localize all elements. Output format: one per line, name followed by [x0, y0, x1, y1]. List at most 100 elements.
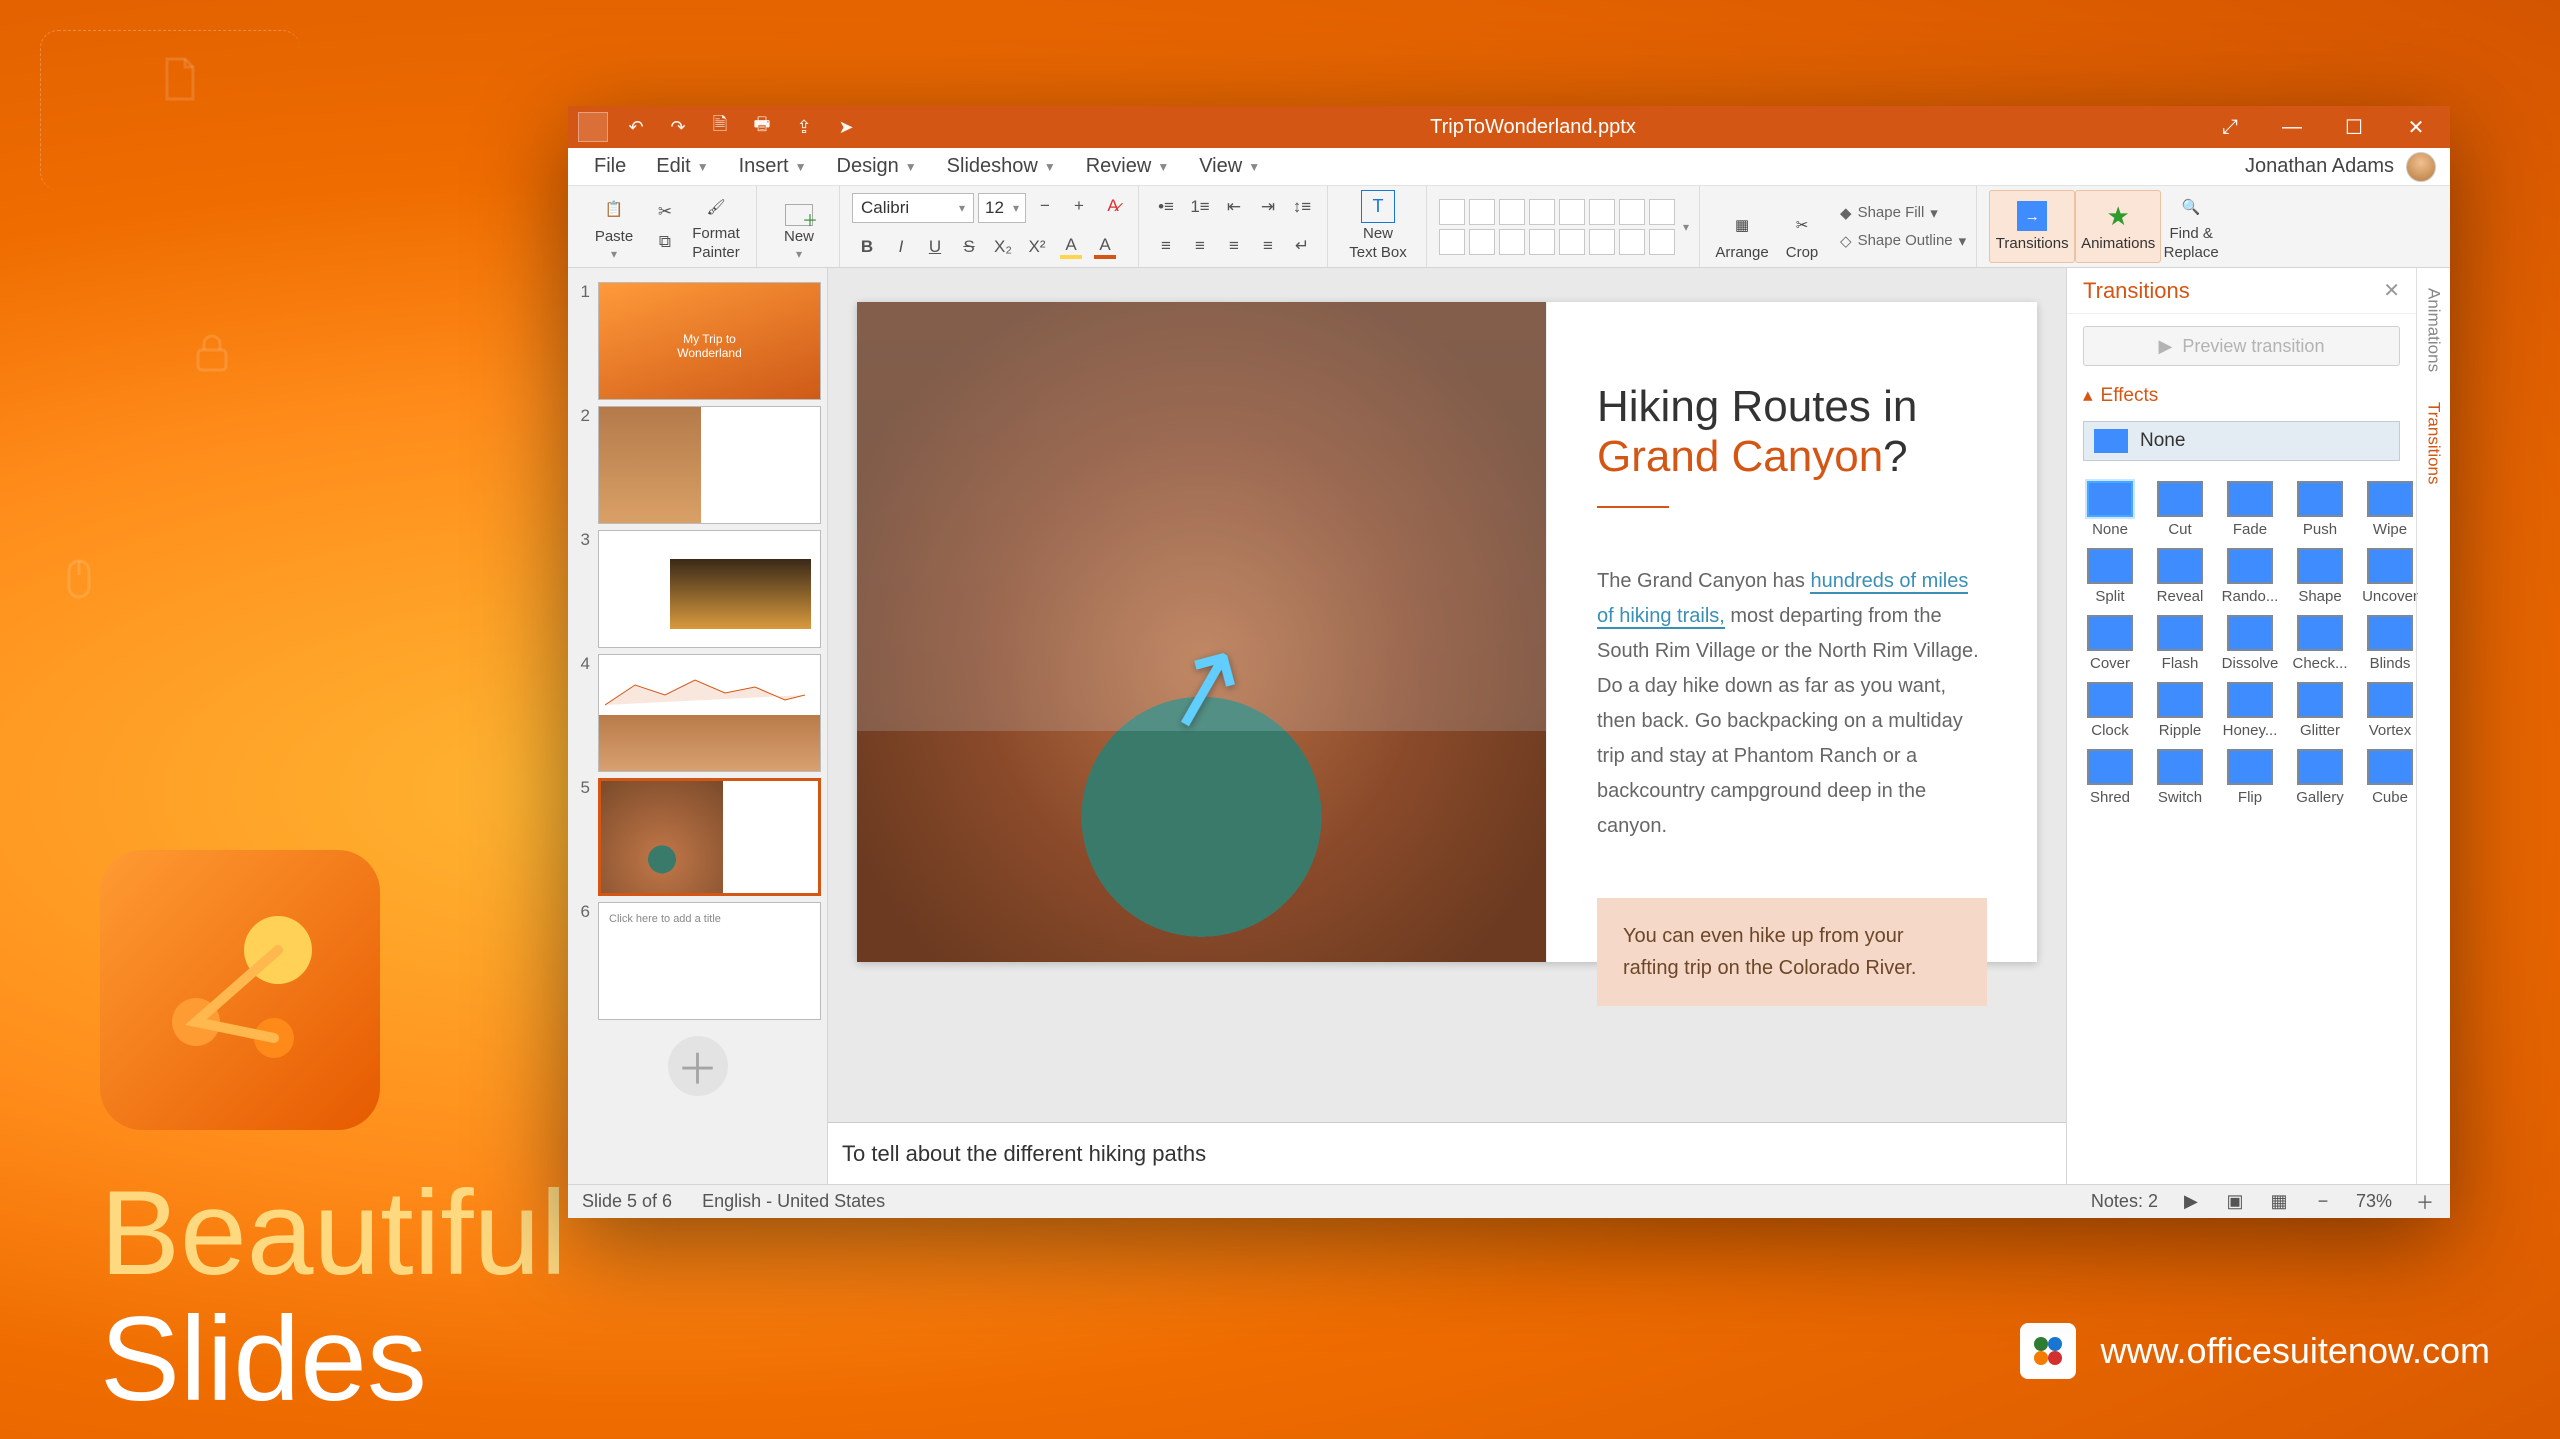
textbox-button[interactable]: TNewText Box — [1340, 190, 1416, 263]
transition-split[interactable]: Split — [2081, 548, 2139, 605]
undo-button[interactable]: ↶ — [622, 113, 650, 141]
user-box[interactable]: Jonathan Adams — [2245, 152, 2436, 182]
maximize-button[interactable]: ☐ — [2330, 115, 2378, 140]
format-painter-button[interactable]: 🖌FormatPainter — [686, 190, 746, 263]
font-color-button[interactable]: A — [1090, 234, 1120, 260]
fullscreen-button[interactable]: ⤢ — [2206, 116, 2254, 139]
align-center-button[interactable]: ≡ — [1185, 233, 1215, 259]
thumbnail-3[interactable] — [598, 530, 821, 648]
inc-indent-button[interactable]: ⇥ — [1253, 194, 1283, 220]
tab-transitions[interactable]: Transitions — [2424, 402, 2444, 485]
animations-tab-button[interactable]: ★Animations — [2075, 190, 2161, 263]
clear-format-button[interactable]: A̷ — [1098, 193, 1128, 219]
arrange-button[interactable]: ▦Arrange — [1712, 190, 1772, 263]
align-right-button[interactable]: ≡ — [1219, 233, 1249, 259]
transition-switch[interactable]: Switch — [2151, 749, 2209, 806]
transition-cover[interactable]: Cover — [2081, 615, 2139, 672]
thumbnail-5[interactable] — [598, 778, 821, 896]
subscript-button[interactable]: X₂ — [988, 234, 1018, 260]
transition-honey[interactable]: Honey... — [2221, 682, 2279, 739]
transition-ripple[interactable]: Ripple — [2151, 682, 2209, 739]
strike-button[interactable]: S — [954, 234, 984, 260]
thumbnail-2[interactable] — [598, 406, 821, 524]
transition-fade[interactable]: Fade — [2221, 481, 2279, 538]
transition-shred[interactable]: Shred — [2081, 749, 2139, 806]
thumbnail-6[interactable]: Click here to add a title — [598, 902, 821, 1020]
new-slide-button[interactable]: ＋New▾ — [769, 190, 829, 263]
transition-flash[interactable]: Flash — [2151, 615, 2209, 672]
slide-callout[interactable]: You can even hike up from your rafting t… — [1597, 898, 1987, 1006]
transition-blinds[interactable]: Blinds — [2361, 615, 2419, 672]
italic-button[interactable]: I — [886, 234, 916, 260]
superscript-button[interactable]: X² — [1022, 234, 1052, 260]
underline-button[interactable]: U — [920, 234, 950, 260]
shape-fill-button[interactable]: ◆ Shape Fill ▾ — [1840, 204, 1966, 222]
panel-close-button[interactable]: ✕ — [2383, 278, 2400, 303]
bullet-list-button[interactable]: •≡ — [1151, 194, 1181, 220]
crop-button[interactable]: ✂Crop — [1772, 190, 1832, 263]
font-size-select[interactable]: 12▾ — [978, 193, 1026, 223]
status-language[interactable]: English - United States — [702, 1191, 885, 1212]
effect-selected-dropdown[interactable]: None — [2083, 421, 2400, 461]
transition-shape[interactable]: Shape — [2291, 548, 2349, 605]
preview-transition-button[interactable]: ▶ Preview transition — [2083, 326, 2400, 366]
copy-button[interactable]: ⧉ — [650, 229, 680, 255]
menu-view[interactable]: View▼ — [1187, 151, 1272, 182]
dec-font-button[interactable]: − — [1030, 193, 1060, 219]
number-list-button[interactable]: 1≡ — [1185, 194, 1215, 220]
transition-dissolve[interactable]: Dissolve — [2221, 615, 2279, 672]
paste-button[interactable]: 📋Paste▾ — [584, 190, 644, 263]
transition-glitter[interactable]: Glitter — [2291, 682, 2349, 739]
slide-title[interactable]: Hiking Routes in Grand Canyon? — [1597, 382, 1987, 482]
menu-design[interactable]: Design▼ — [825, 151, 929, 182]
text-direction-button[interactable]: ↵ — [1287, 233, 1317, 259]
transition-rando[interactable]: Rando... — [2221, 548, 2279, 605]
line-spacing-button[interactable]: ↕≡ — [1287, 194, 1317, 220]
shapes-more-button[interactable]: ▾ — [1683, 220, 1689, 234]
tab-animations[interactable]: Animations — [2424, 288, 2444, 372]
close-button[interactable]: ✕ — [2392, 115, 2440, 140]
thumbnail-1[interactable]: My Trip to Wonderland — [598, 282, 821, 400]
font-family-select[interactable]: Calibri▾ — [852, 193, 974, 223]
menu-slideshow[interactable]: Slideshow▼ — [935, 151, 1068, 182]
new-doc-button[interactable]: 🗎 — [706, 113, 734, 141]
highlight-button[interactable]: A — [1056, 234, 1086, 260]
slide-body[interactable]: The Grand Canyon has hundreds of miles o… — [1597, 564, 1987, 844]
app-icon[interactable] — [578, 112, 608, 142]
slide[interactable]: ↗ Hiking Routes in Grand Canyon? The Gra… — [857, 302, 2037, 962]
transition-none[interactable]: None — [2081, 481, 2139, 538]
transitions-tab-button[interactable]: →Transitions — [1989, 190, 2075, 263]
menu-file[interactable]: File — [582, 151, 638, 182]
notes-input[interactable] — [842, 1133, 2052, 1174]
redo-button[interactable]: ↷ — [664, 113, 692, 141]
transition-cube[interactable]: Cube — [2361, 749, 2419, 806]
print-button[interactable]: 🖶 — [748, 113, 776, 141]
minimize-button[interactable]: — — [2268, 116, 2316, 139]
transition-check[interactable]: Check... — [2291, 615, 2349, 672]
canvas-area[interactable]: ↗ Hiking Routes in Grand Canyon? The Gra… — [828, 268, 2066, 1122]
transition-cut[interactable]: Cut — [2151, 481, 2209, 538]
transition-wipe[interactable]: Wipe — [2361, 481, 2419, 538]
effects-section-header[interactable]: ▴ Effects — [2067, 378, 2416, 413]
cursor-button[interactable]: ➤ — [832, 113, 860, 141]
transition-vortex[interactable]: Vortex — [2361, 682, 2419, 739]
transition-push[interactable]: Push — [2291, 481, 2349, 538]
transition-reveal[interactable]: Reveal — [2151, 548, 2209, 605]
shape-outline-button[interactable]: ◇ Shape Outline ▾ — [1840, 232, 1966, 250]
transition-clock[interactable]: Clock — [2081, 682, 2139, 739]
dec-indent-button[interactable]: ⇤ — [1219, 194, 1249, 220]
inc-font-button[interactable]: + — [1064, 193, 1094, 219]
share-button[interactable]: ⇪ — [790, 113, 818, 141]
find-replace-button[interactable]: 🔍Find &Replace — [2161, 190, 2221, 263]
align-left-button[interactable]: ≡ — [1151, 233, 1181, 259]
thumbnail-4[interactable] — [598, 654, 821, 772]
menu-review[interactable]: Review▼ — [1074, 151, 1181, 182]
cut-button[interactable]: ✂ — [650, 199, 680, 225]
menu-edit[interactable]: Edit▼ — [644, 151, 720, 182]
add-slide-button[interactable]: ＋ — [668, 1036, 728, 1096]
bold-button[interactable]: B — [852, 234, 882, 260]
zoom-in-button[interactable]: ＋ — [2414, 1191, 2436, 1213]
zoom-out-button[interactable]: − — [2312, 1191, 2334, 1213]
menu-insert[interactable]: Insert▼ — [727, 151, 819, 182]
transition-uncover[interactable]: Uncover — [2361, 548, 2419, 605]
